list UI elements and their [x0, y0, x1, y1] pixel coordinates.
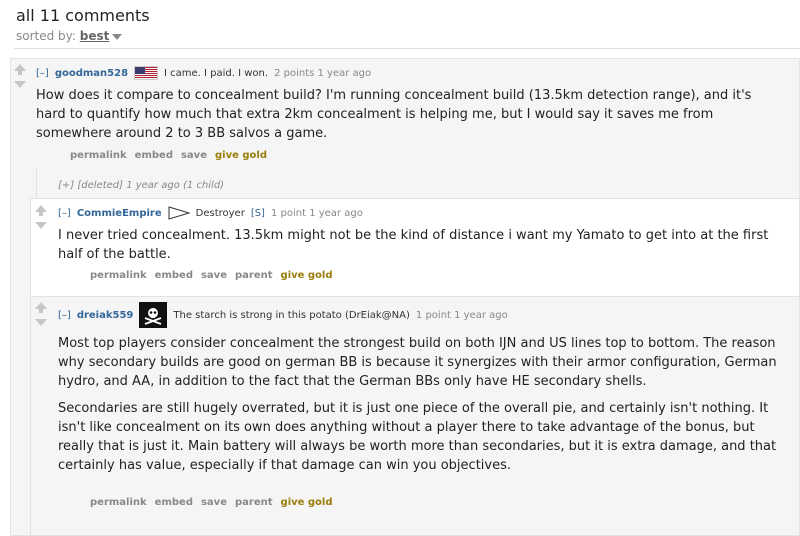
upvote-icon[interactable]	[14, 64, 26, 71]
score-time: 1 point 1 year ago	[415, 309, 508, 321]
save-button[interactable]: save	[181, 150, 207, 161]
destroyer-flag-icon	[168, 206, 190, 220]
divider	[14, 48, 800, 49]
user-flair: I came. I paid. I won.	[164, 67, 269, 79]
permalink-button[interactable]: permalink	[90, 270, 147, 281]
downvote-icon[interactable]	[35, 319, 47, 326]
chevron-down-icon[interactable]	[112, 33, 123, 40]
comment-body: Most top players consider concealment th…	[58, 334, 783, 483]
save-button[interactable]: save	[201, 270, 227, 281]
score-time: 2 points 1 year ago	[274, 67, 372, 79]
comment-paragraph: I never tried concealment. 13.5km might …	[58, 228, 769, 262]
collapsed-comment: [+] [deleted] 1 year ago (1 child)	[58, 180, 224, 191]
comment-paragraph: Secondaries are still hugely overrated, …	[58, 401, 777, 473]
give-gold-button[interactable]: give gold	[281, 497, 333, 508]
sort-label: sorted by:	[16, 29, 76, 43]
author-link[interactable]: goodman528	[55, 68, 128, 79]
user-flair: The starch is strong in this potato (DrE…	[173, 309, 410, 321]
downvote-icon[interactable]	[35, 222, 47, 229]
upvote-stem-icon	[18, 71, 22, 75]
comment-body: How does it compare to concealment build…	[36, 86, 781, 151]
save-button[interactable]: save	[201, 497, 227, 508]
comment-body: I never tried concealment. 13.5km might …	[58, 226, 778, 272]
give-gold-button[interactable]: give gold	[281, 270, 333, 281]
jolly-roger-icon	[139, 302, 168, 328]
upvote-stem-icon	[39, 309, 43, 313]
downvote-icon[interactable]	[14, 81, 26, 88]
comment-tagline: [–] CommieEmpire Destroyer [S] 1 point 1…	[58, 206, 363, 220]
collapse-toggle[interactable]: [–]	[58, 310, 71, 321]
vote-arrows	[35, 302, 47, 326]
comment-actions: permalink embed save parent give gold	[90, 497, 333, 508]
comment-paragraph: How does it compare to concealment build…	[36, 88, 752, 141]
author-link[interactable]: dreiak559	[77, 310, 134, 321]
comment-paragraph: Most top players consider concealment th…	[58, 336, 777, 389]
score-time: 1 point 1 year ago	[270, 207, 363, 219]
comment-actions: permalink embed save parent give gold	[90, 270, 333, 281]
comment-actions: permalink embed save give gold	[70, 150, 267, 161]
embed-button[interactable]: embed	[135, 150, 173, 161]
comment-tagline: [–] dreiak559 The starch is strong in th…	[58, 302, 508, 328]
give-gold-button[interactable]: give gold	[215, 150, 267, 161]
sort-selector[interactable]: sorted by: best	[16, 29, 123, 43]
collapse-toggle[interactable]: [–]	[36, 68, 49, 79]
embed-button[interactable]: embed	[155, 497, 193, 508]
upvote-icon[interactable]	[35, 302, 47, 309]
comment-count: all 11 comments	[16, 6, 150, 25]
vote-arrows	[14, 64, 26, 88]
user-flair: Destroyer	[195, 207, 245, 219]
vote-arrows	[35, 205, 47, 229]
sort-value[interactable]: best	[80, 29, 110, 43]
comment-tagline: [–] goodman528 I came. I paid. I won. 2 …	[36, 66, 371, 80]
submitter-tag[interactable]: [S]	[251, 208, 265, 219]
us-flag-icon	[134, 66, 159, 80]
upvote-icon[interactable]	[35, 205, 47, 212]
upvote-stem-icon	[39, 212, 43, 216]
permalink-button[interactable]: permalink	[70, 150, 127, 161]
collapsed-deleted-comment[interactable]: [+] [deleted] 1 year ago (1 child)	[58, 180, 224, 191]
embed-button[interactable]: embed	[155, 270, 193, 281]
author-link[interactable]: CommieEmpire	[77, 208, 162, 219]
parent-button[interactable]: parent	[235, 270, 273, 281]
collapse-toggle[interactable]: [–]	[58, 208, 71, 219]
parent-button[interactable]: parent	[235, 497, 273, 508]
permalink-button[interactable]: permalink	[90, 497, 147, 508]
